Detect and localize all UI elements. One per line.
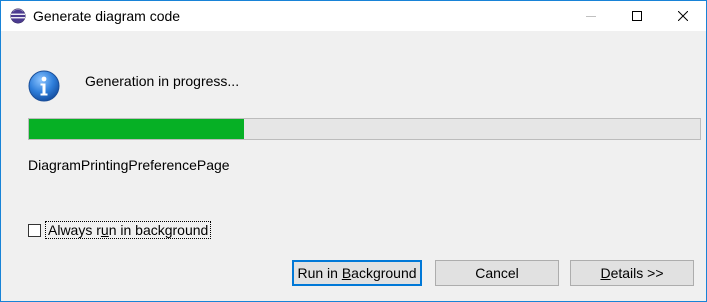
- progress-message: Generation in progress...: [85, 73, 240, 89]
- always-run-background-checkbox[interactable]: Always run in background: [28, 220, 212, 240]
- close-icon: [677, 8, 689, 24]
- run-in-background-button[interactable]: Run in Background: [292, 260, 422, 286]
- close-button[interactable]: [660, 1, 706, 31]
- minimize-button[interactable]: [568, 1, 614, 31]
- progress-bar: [28, 118, 701, 140]
- cancel-button[interactable]: Cancel: [435, 260, 559, 286]
- task-name: DiagramPrintingPreferencePage: [28, 157, 230, 173]
- checkbox-box[interactable]: [28, 223, 41, 237]
- info-icon: [28, 70, 60, 102]
- maximize-icon: [632, 8, 642, 24]
- maximize-button[interactable]: [614, 1, 660, 31]
- checkbox-label[interactable]: Always run in background: [45, 221, 212, 239]
- eclipse-icon: [10, 8, 26, 24]
- progress-fill: [29, 119, 244, 139]
- title-bar[interactable]: Generate diagram code: [1, 1, 706, 31]
- details-button[interactable]: Details >>: [570, 260, 694, 286]
- minimize-icon: [586, 8, 596, 24]
- window-title: Generate diagram code: [33, 8, 181, 24]
- dialog-window: Generate diagram code Generation in prog…: [0, 0, 707, 302]
